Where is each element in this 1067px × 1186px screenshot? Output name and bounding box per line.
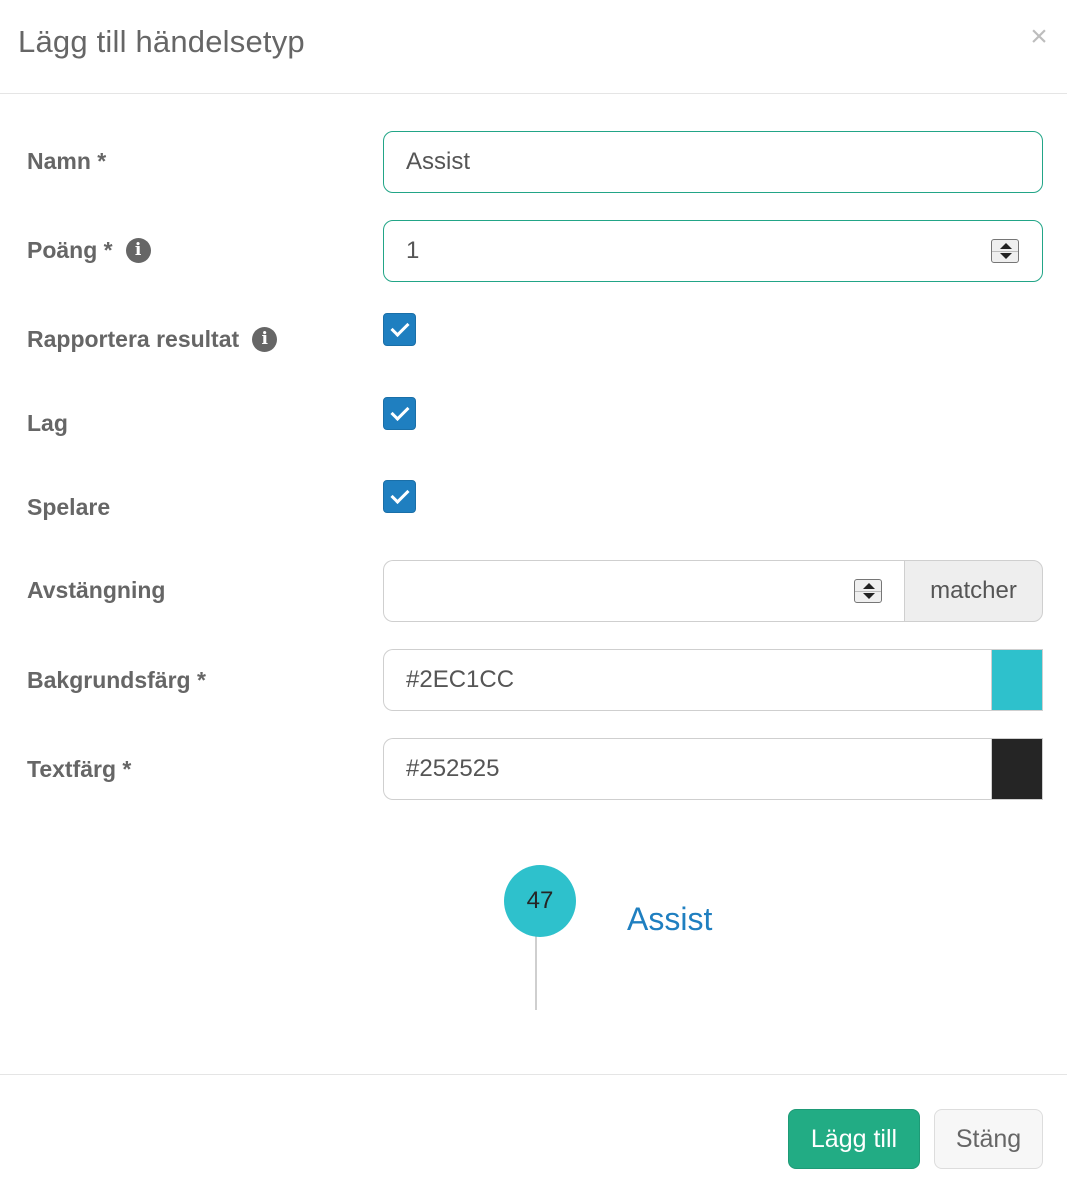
background-color-input[interactable]: #2EC1CC (383, 649, 991, 711)
background-color-group: #2EC1CC (383, 649, 1043, 711)
add-button[interactable]: Lägg till (788, 1109, 920, 1169)
player-checkbox[interactable] (383, 480, 416, 513)
name-input[interactable]: Assist (383, 131, 1043, 193)
report-result-checkbox[interactable] (383, 313, 416, 346)
info-icon[interactable]: i (125, 238, 151, 263)
points-input-value: 1 (406, 237, 420, 264)
team-checkbox[interactable] (383, 397, 416, 430)
suspension-stepper[interactable] (854, 579, 882, 603)
text-color-swatch[interactable] (991, 738, 1043, 800)
modal-title: Lägg till händelsetyp (18, 24, 305, 59)
background-color-label: Bakgrundsfärg * (27, 667, 206, 693)
suspension-unit-addon: matcher (904, 560, 1043, 622)
close-button[interactable]: Stäng (934, 1109, 1043, 1169)
preview-timeline-line (535, 935, 537, 1010)
text-color-input[interactable]: #252525 (383, 738, 991, 800)
preview-event-badge: 47 (504, 865, 576, 937)
close-icon[interactable]: × (1027, 20, 1051, 54)
name-label: Namn * (27, 148, 107, 174)
text-color-label: Textfärg * (27, 756, 132, 782)
preview-event-name: Assist (627, 901, 713, 937)
name-input-value: Assist (406, 148, 471, 175)
player-label: Spelare (27, 494, 111, 520)
report-result-label: Rapportera resultat i (27, 326, 278, 353)
points-label: Poäng * i (27, 237, 151, 264)
points-stepper[interactable] (991, 239, 1019, 263)
suspension-input-group: matcher (383, 560, 1043, 622)
text-color-group: #252525 (383, 738, 1043, 800)
modal-header: Lägg till händelsetyp × (0, 0, 1067, 94)
suspension-input[interactable] (383, 560, 904, 622)
points-input[interactable]: 1 (383, 220, 1043, 282)
info-icon[interactable]: i (252, 327, 278, 352)
background-color-swatch[interactable] (991, 649, 1043, 711)
suspension-label: Avstängning (27, 577, 166, 603)
team-label: Lag (27, 410, 68, 436)
